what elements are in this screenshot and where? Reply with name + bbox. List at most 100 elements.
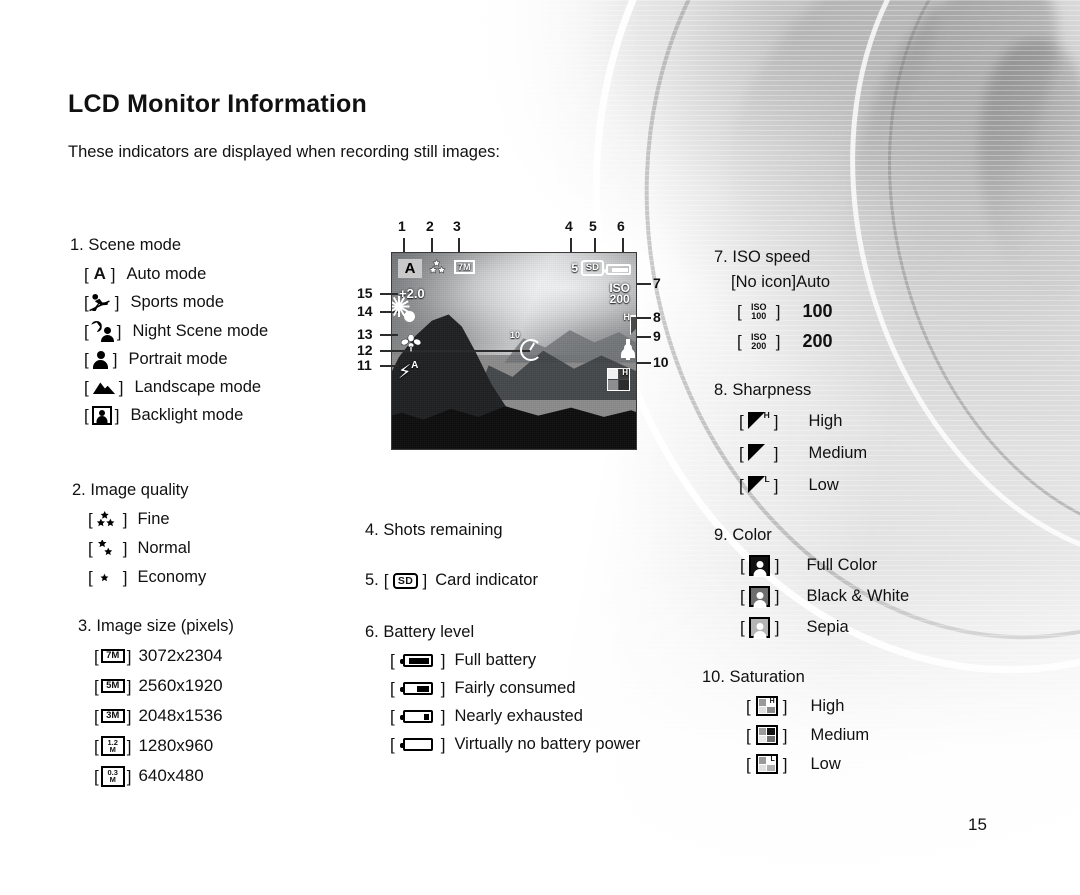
backlight-icon (89, 406, 115, 425)
list-item: [ ISO 200 ] 200 (737, 331, 1054, 352)
list-item: [ 1.2 M ] 1280x960 (94, 736, 378, 757)
iso-100-icon: ISO 100 (742, 302, 776, 321)
bracket-close: ] (126, 766, 132, 786)
bracket-close: ] (114, 406, 120, 425)
lcd-color-icon (621, 339, 635, 360)
list-item: [ H ] High (739, 410, 1054, 432)
leader-line-13 (380, 334, 398, 336)
bracket-close: ] (774, 587, 780, 606)
section-image-size: 3. Image size (pixels) [ 7M ] 3072x2304 … (78, 617, 378, 787)
section-image-quality-heading: 2. Image quality (72, 481, 372, 500)
list-item: [ ] Backlight mode (84, 406, 370, 425)
leader-line-11 (380, 365, 398, 367)
one-star-icon (93, 569, 123, 587)
list-item: [ ] Portrait mode (84, 350, 370, 369)
list-item: [ ] Fine (88, 510, 372, 529)
scene-mode-number: 1. (70, 236, 84, 254)
bracket-close: ] (774, 556, 780, 575)
section-scene-mode-heading: 1. Scene mode (70, 236, 370, 255)
lcd-battery-icon (604, 262, 631, 280)
list-item-label: Auto (796, 273, 831, 291)
bracket-close: ] (440, 707, 446, 726)
page-title: LCD Monitor Information (68, 90, 367, 118)
callout-6: 6 (617, 218, 625, 234)
battery-half-icon (395, 682, 441, 695)
list-item: [ ] Black & White (740, 586, 1054, 608)
size-5m-icon: 5M (99, 679, 127, 693)
list-item-label: Landscape mode (134, 378, 262, 396)
section-color: 9. Color [ ] Full Color [ ] Black & Whit… (714, 526, 1054, 639)
lcd-saturation-icon: H (607, 368, 630, 391)
card-indicator-label: Card indicator (435, 571, 538, 589)
leader-line-10 (637, 362, 651, 364)
list-item: [ 7M ] 3072x2304 (94, 646, 378, 666)
bracket-close: ] (782, 696, 788, 716)
list-item-value: Low (810, 754, 841, 773)
page-subtitle: These indicators are displayed when reco… (68, 143, 500, 161)
column-right: 7. ISO speed [No icon] Auto [ ISO 100 ] … (702, 248, 1054, 774)
saturation-medium-icon (751, 725, 783, 745)
card-indicator-row: 5. [ SD ] Card indicator (365, 571, 685, 590)
list-item-value: 200 (802, 331, 833, 351)
list-item: [ H ] High (746, 696, 1054, 716)
sd-card-icon-label: SD (392, 572, 419, 589)
section-saturation: 10. Saturation [ H ] High [] Medium [L… (702, 668, 1054, 774)
list-item-label: Auto mode (126, 264, 207, 283)
list-item-label: 3072x2304 (138, 646, 223, 665)
column-left: 1. Scene mode [ A ] Auto mode [ ] Sports… (70, 236, 370, 787)
callout-1: 1 (398, 218, 406, 234)
size-0-3m-icon: 0.3 M (99, 766, 127, 787)
iso-speed-title: ISO speed (732, 248, 811, 266)
saturation-high-icon: H (751, 696, 783, 716)
lcd-card-icon: SD (580, 260, 604, 276)
sharpness-high-icon: H (744, 410, 774, 432)
bracket-close: ] (773, 443, 779, 463)
leader-line-3 (458, 238, 460, 252)
list-item: [ 3M ] 2048x1536 (94, 706, 378, 726)
callout-13: 13 (357, 326, 373, 342)
bracket-close: ] (782, 725, 788, 745)
sports-icon (88, 293, 115, 312)
list-item: [ ] Full battery (390, 651, 685, 670)
column-middle: 4. Shots remaining 5. [ SD ] Card indica… (365, 521, 685, 754)
list-item: [ 0.3 M ] 640x480 (94, 766, 378, 787)
bracket-close: ] (775, 332, 781, 351)
sharpness-high-sup: H (763, 410, 770, 420)
callout-15: 15 (357, 285, 373, 301)
section-saturation-heading: 10. Saturation (702, 668, 1054, 687)
section-color-heading: 9. Color (714, 526, 1054, 545)
two-star-icon (93, 539, 123, 558)
list-item: [ ] Medium (739, 442, 1054, 464)
list-item: [No icon] Auto (731, 273, 1054, 292)
list-item-value: Medium (810, 725, 870, 744)
list-item: [ ] Full Color (740, 555, 1054, 577)
section-sharpness: 8. Sharpness [ H ] High [ ] Medium [L]… (714, 381, 1054, 496)
shots-remaining-number: 4. (365, 521, 379, 539)
list-item: [ ] Landscape mode (84, 378, 370, 397)
lcd-sharpness-letter: H (623, 312, 631, 322)
scene-mode-title: Scene mode (88, 236, 182, 254)
size-0-3m-icon-bottom: M (109, 775, 116, 785)
iso-speed-number: 7. (714, 248, 728, 266)
list-item-label: Sports mode (130, 293, 225, 311)
lcd-image-size-icon: 7M (454, 260, 475, 275)
sd-card-icon: SD (389, 572, 423, 589)
list-item-label: 1280x960 (138, 736, 214, 756)
color-title: Color (732, 526, 772, 544)
saturation-low-letter: L (770, 756, 775, 763)
section-sharpness-heading: 8. Sharpness (714, 381, 1054, 400)
bracket-close: ] (440, 679, 446, 698)
list-item-label: 640x480 (138, 766, 204, 786)
image-size-number: 3. (78, 617, 92, 635)
list-item: [ ] Sepia (740, 617, 1054, 639)
list-item-label: Portrait mode (128, 350, 228, 368)
size-5m-icon-label: 5M (100, 679, 125, 693)
list-item-label: Backlight mode (130, 406, 244, 424)
battery-full-icon (395, 654, 441, 667)
battery-level-title: Battery level (383, 623, 475, 641)
list-item: [ 5M ] 2560x1920 (94, 676, 378, 696)
list-item: [ L ] Low (739, 474, 1054, 496)
bracket-close: ] (775, 302, 781, 321)
lcd-flash-auto-icon: ⚡ A (398, 360, 419, 383)
section-battery-level: 6. Battery level [ ] Full battery [ ] Fa… (365, 623, 685, 754)
